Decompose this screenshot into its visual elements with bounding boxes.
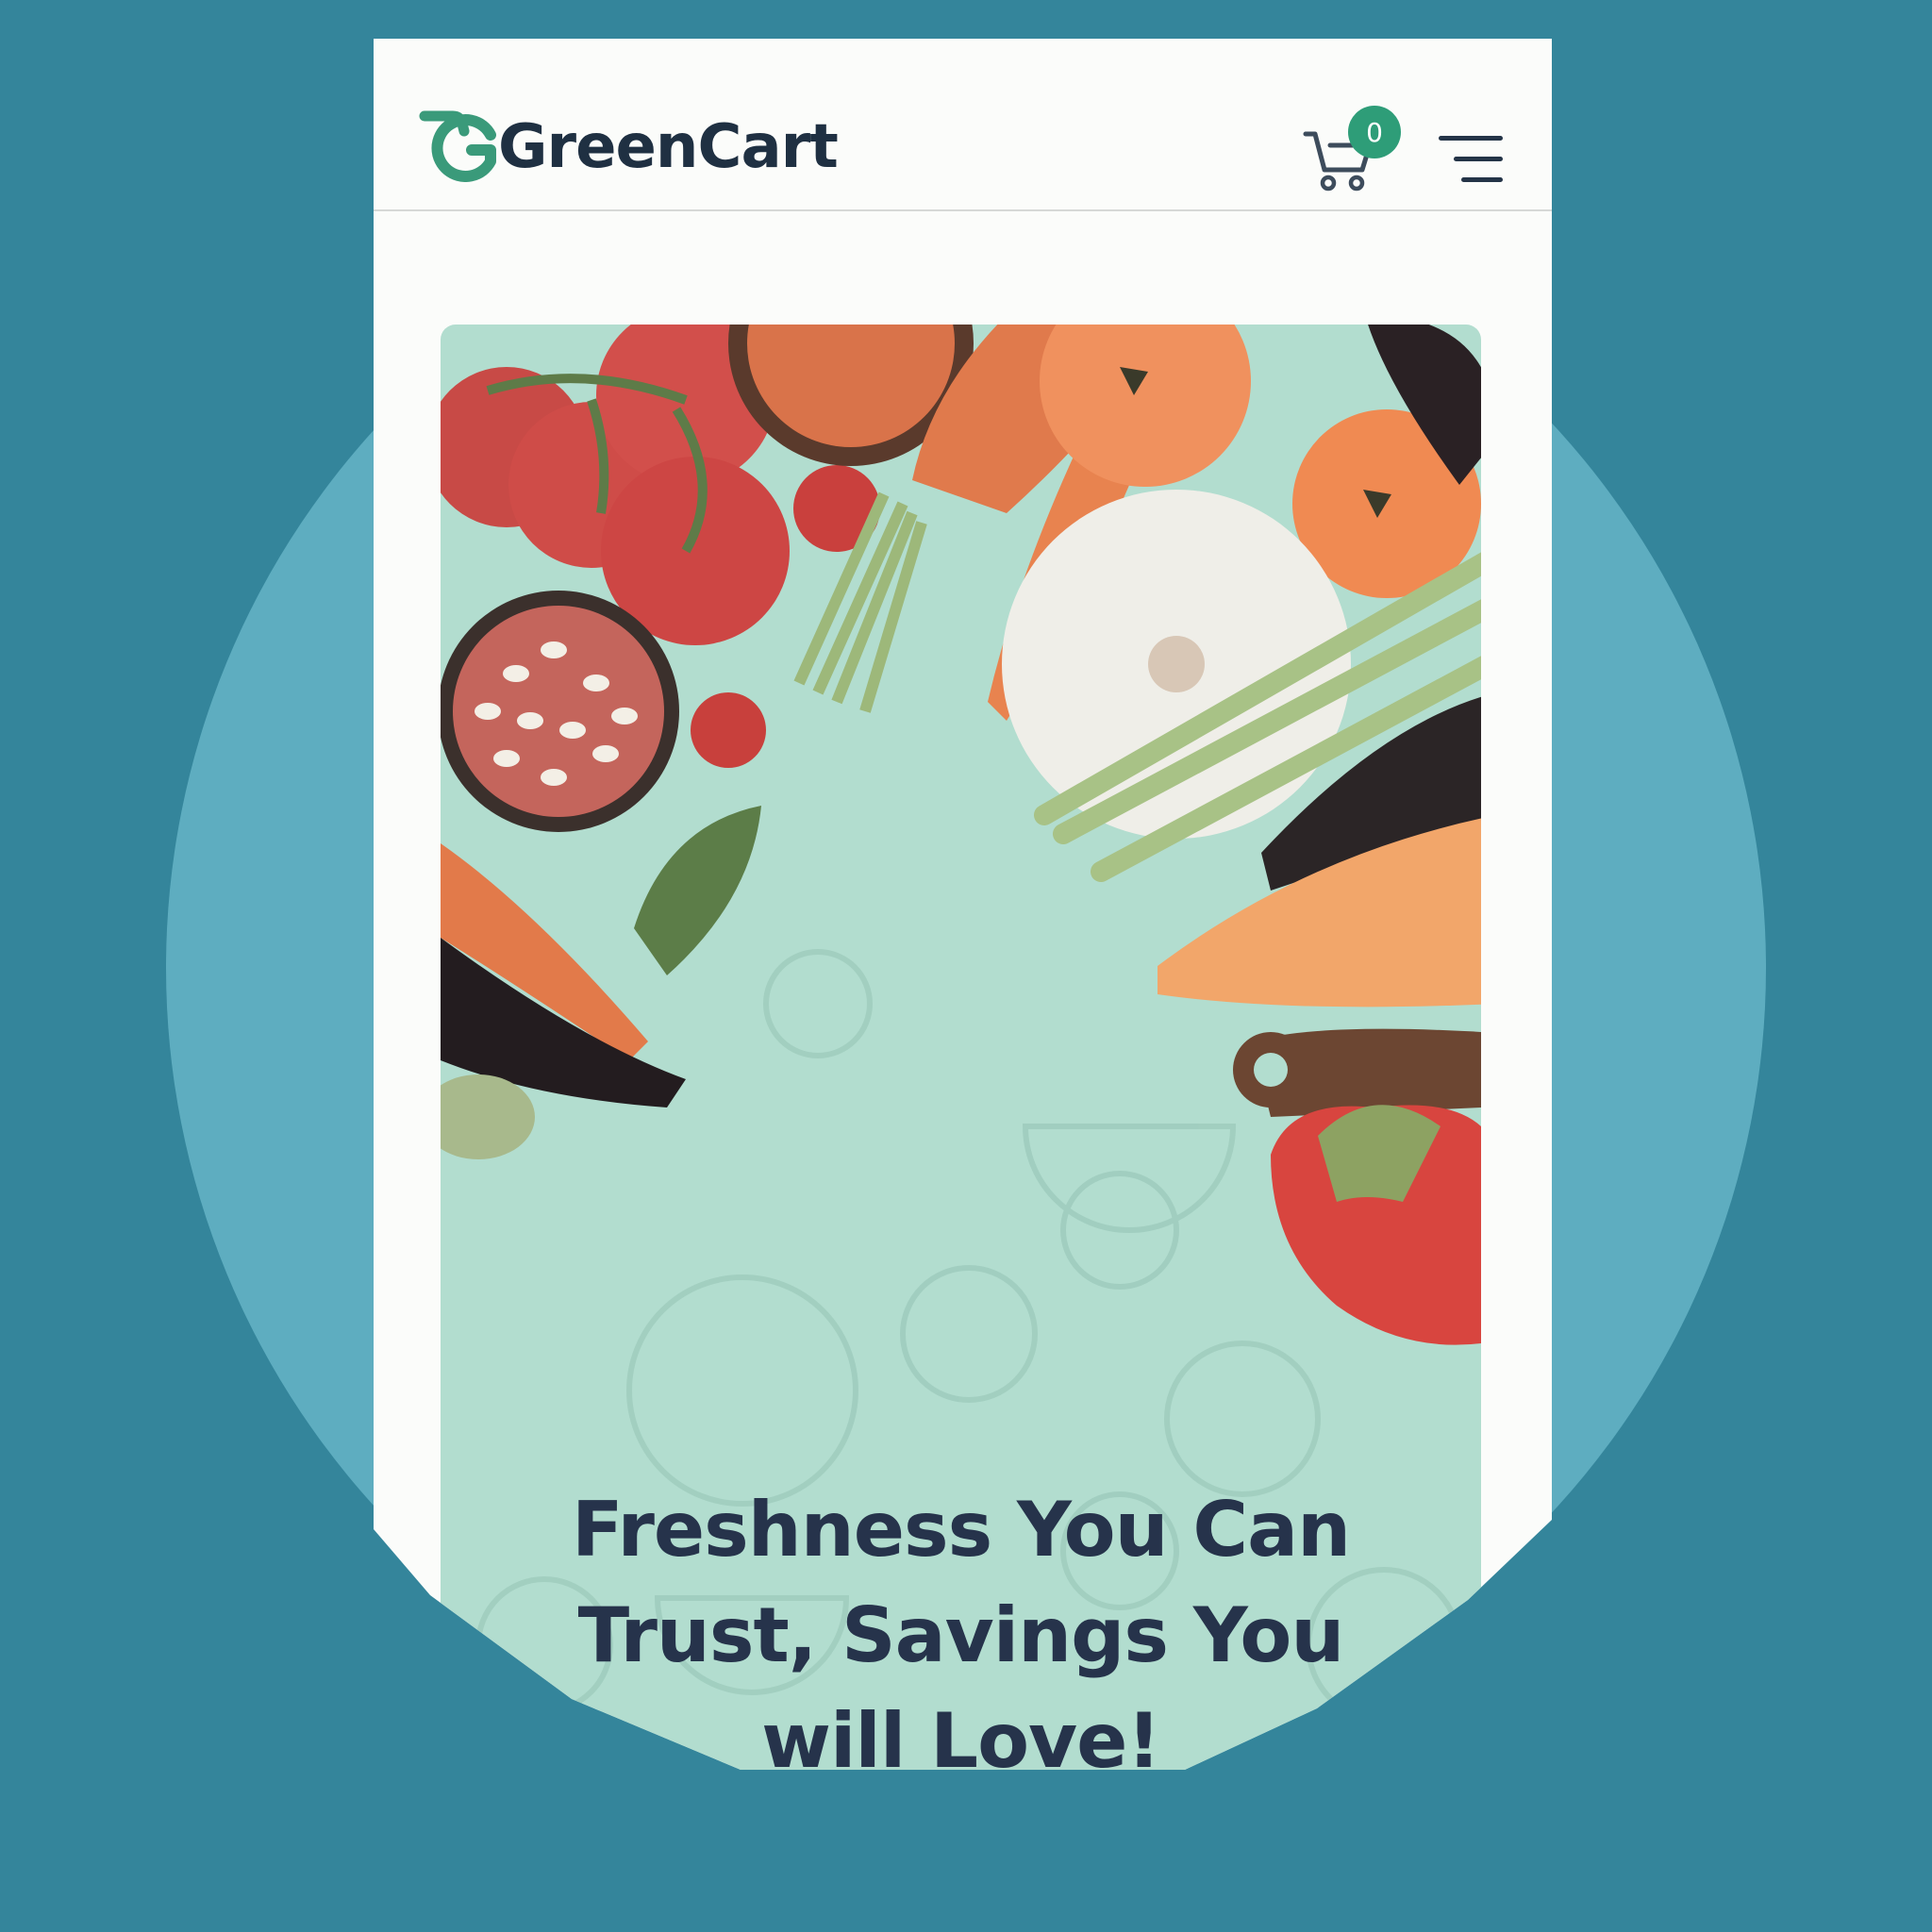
hero-headline-line-1: Freshness You Can [571, 1486, 1351, 1574]
brand-logo[interactable]: GreenCart [417, 88, 838, 201]
G-cart-logo-icon [417, 107, 504, 182]
phone-screen-frame: GreenCart 0 Freshness You Can Trust, Sav… [374, 39, 1552, 1770]
hamburger-menu-icon[interactable] [1439, 136, 1503, 185]
app-screen: GreenCart 0 Freshness You Can Trust, Sav… [374, 39, 1552, 1770]
hero-headline-line-3: will Love! [761, 1697, 1160, 1785]
cart-button[interactable]: 0 [1302, 91, 1406, 204]
hero-headline: Freshness You Can Trust, Savings You wil… [441, 1477, 1481, 1794]
cart-count-badge: 0 [1348, 106, 1401, 158]
top-app-bar: GreenCart 0 [374, 39, 1552, 211]
brand-name: GreenCart [498, 112, 838, 182]
beans-bowl [441, 591, 679, 832]
hero-banner: Freshness You Can Trust, Savings You wil… [441, 325, 1481, 1796]
cutting-board-pepper [1233, 1029, 1481, 1345]
hero-headline-line-2: Trust, Savings You [577, 1591, 1344, 1679]
